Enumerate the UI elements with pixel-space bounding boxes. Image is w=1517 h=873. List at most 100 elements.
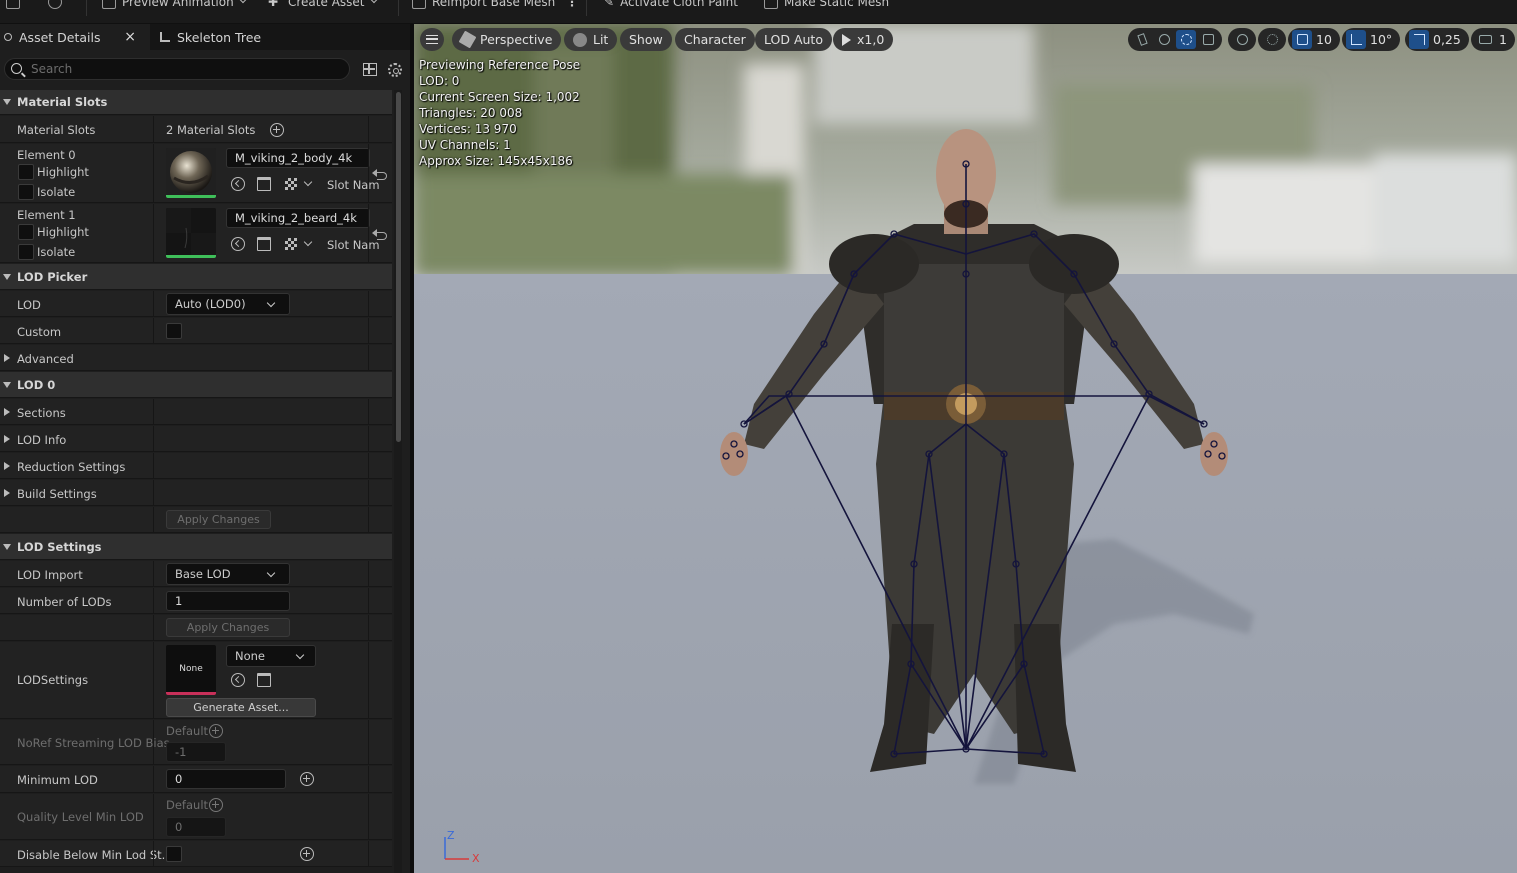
use-selected-icon[interactable] [231, 177, 245, 191]
add-override-button[interactable] [300, 772, 314, 786]
quality-value-input[interactable]: 0 [166, 817, 226, 837]
rotate-icon[interactable] [1176, 30, 1196, 49]
chevron-down-icon[interactable] [303, 237, 313, 247]
create-asset-button[interactable]: ✚ Create Asset [268, 0, 378, 11]
reimport-base-mesh-button[interactable]: Reimport Base Mesh [412, 0, 555, 11]
section-lod-settings[interactable]: LOD Settings [0, 534, 392, 560]
brush-icon: ✎ [604, 0, 615, 9]
highlight-checkbox[interactable] [18, 164, 34, 180]
use-selected-icon[interactable] [231, 237, 245, 251]
cube-icon [458, 30, 477, 49]
tab-skeleton-tree[interactable]: Skeleton Tree [160, 24, 290, 50]
lod-dropdown[interactable]: Auto (LOD0) [166, 293, 290, 315]
material-thumbnail-beard[interactable] [166, 208, 216, 258]
section-material-slots[interactable]: Material Slots [0, 90, 392, 115]
browse-folder-icon[interactable] [257, 673, 271, 687]
reimport-icon [412, 0, 426, 9]
play-rate-button[interactable]: x1,0 [833, 28, 894, 51]
play-icon [842, 33, 851, 46]
browse-folder-icon[interactable] [257, 237, 271, 251]
row-material-slots: Material Slots 2 Material Slots [0, 116, 392, 143]
generate-asset-button[interactable]: Generate Asset... [166, 698, 316, 717]
skeleton-icon [160, 32, 170, 42]
row-build-settings[interactable]: Build Settings [0, 480, 392, 506]
row-reduction-settings[interactable]: Reduction Settings [0, 453, 392, 479]
more-options-icon[interactable]: ⋮ [566, 0, 578, 11]
browse-icon[interactable] [48, 0, 62, 11]
surface-snap-icon[interactable] [1262, 30, 1282, 49]
world-space-icon[interactable] [1232, 30, 1252, 49]
disable-below-min-lod-checkbox[interactable] [166, 846, 182, 862]
angle-snap-icon[interactable] [1346, 30, 1366, 49]
gear-icon[interactable] [388, 63, 402, 77]
perspective-button[interactable]: Perspective [452, 28, 562, 51]
material-select-beard[interactable]: M_viking_2_beard_4k [226, 208, 370, 228]
character-button[interactable]: Character [675, 28, 755, 51]
browse-folder-icon[interactable] [257, 177, 271, 191]
apply-changes-button[interactable]: Apply Changes [166, 510, 271, 529]
highlight-checkbox[interactable] [18, 224, 34, 240]
minimum-lod-input[interactable]: 0 [166, 769, 286, 789]
row-lod-info[interactable]: LOD Info [0, 426, 392, 452]
camera-icon[interactable] [1475, 30, 1495, 49]
texture-icon[interactable] [285, 178, 297, 190]
preview-animation-button[interactable]: Preview Animation [102, 0, 247, 11]
noref-value-input[interactable]: -1 [166, 742, 226, 762]
add-override-button[interactable] [209, 724, 223, 738]
material-select-body[interactable]: M_viking_2_body_4k [226, 148, 370, 168]
chevron-down-icon [238, 0, 247, 4]
add-override-button[interactable] [209, 798, 223, 812]
number-of-lods-input[interactable]: 1 [166, 591, 290, 611]
viewport-toolbar: Perspective Lit Show Character LOD Auto … [414, 24, 1517, 56]
search-input[interactable] [31, 61, 331, 77]
add-material-slot-button[interactable] [270, 123, 284, 137]
main-toolbar: Preview Animation ✚ Create Asset Reimpor… [0, 0, 1517, 24]
lodsettings-thumbnail[interactable]: None [166, 645, 216, 695]
lit-button[interactable]: Lit [564, 28, 618, 51]
apply-changes-button[interactable]: Apply Changes [166, 618, 290, 637]
translate-icon[interactable] [1154, 30, 1174, 49]
section-lod-picker[interactable]: LOD Picker [0, 264, 392, 290]
panel-tabs: Asset Details × Skeleton Tree [0, 24, 410, 50]
axis-gizmo: Z X [444, 829, 480, 865]
lod-auto-button[interactable]: LOD Auto [755, 28, 832, 51]
row-noref-streaming-lod-bias: NoRef Streaming LOD Bias Default -1 [0, 720, 392, 765]
table-view-icon[interactable] [363, 63, 377, 76]
material-thumbnail-body[interactable] [166, 148, 216, 198]
section-lod-0[interactable]: LOD 0 [0, 372, 392, 398]
hamburger-icon [426, 35, 438, 44]
row-lod: LOD Auto (LOD0) [0, 291, 392, 317]
select-icon[interactable] [1132, 30, 1152, 49]
grid-snap-icon[interactable] [1292, 30, 1312, 49]
scrollbar-thumb[interactable] [396, 92, 401, 442]
reset-to-default-icon[interactable] [372, 169, 387, 180]
lodsettings-dropdown[interactable]: None [226, 645, 316, 667]
isolate-checkbox[interactable] [18, 184, 34, 200]
reset-to-default-icon[interactable] [372, 229, 387, 240]
viewport-menu-button[interactable] [420, 28, 444, 51]
make-static-mesh-button[interactable]: Make Static Mesh [764, 0, 889, 11]
tab-asset-details[interactable]: Asset Details × [0, 24, 150, 50]
search-bar [4, 58, 350, 80]
scale-icon[interactable] [1198, 30, 1218, 49]
use-selected-icon[interactable] [231, 673, 245, 687]
lod-import-dropdown[interactable]: Base LOD [166, 563, 290, 585]
show-button[interactable]: Show [620, 28, 672, 51]
expand-arrow-icon [4, 462, 10, 470]
custom-checkbox[interactable] [166, 323, 182, 339]
row-apply-changes-settings: Apply Changes [0, 615, 392, 641]
animation-icon [102, 0, 116, 9]
viewport[interactable]: Perspective Lit Show Character LOD Auto … [414, 24, 1517, 873]
row-advanced[interactable]: Advanced [0, 345, 392, 371]
add-override-button[interactable] [300, 847, 314, 861]
isolate-checkbox[interactable] [18, 244, 34, 260]
chevron-down-icon[interactable] [303, 177, 313, 187]
row-sections[interactable]: Sections [0, 399, 392, 425]
save-icon[interactable] [6, 0, 20, 11]
activate-cloth-paint-button[interactable]: ✎ Activate Cloth Paint [604, 0, 738, 11]
texture-icon[interactable] [285, 238, 297, 250]
scale-snap-icon[interactable] [1409, 30, 1429, 49]
row-number-of-lods: Number of LODs 1 [0, 588, 392, 614]
chevron-down-icon [266, 298, 276, 308]
close-icon[interactable]: × [124, 29, 136, 45]
